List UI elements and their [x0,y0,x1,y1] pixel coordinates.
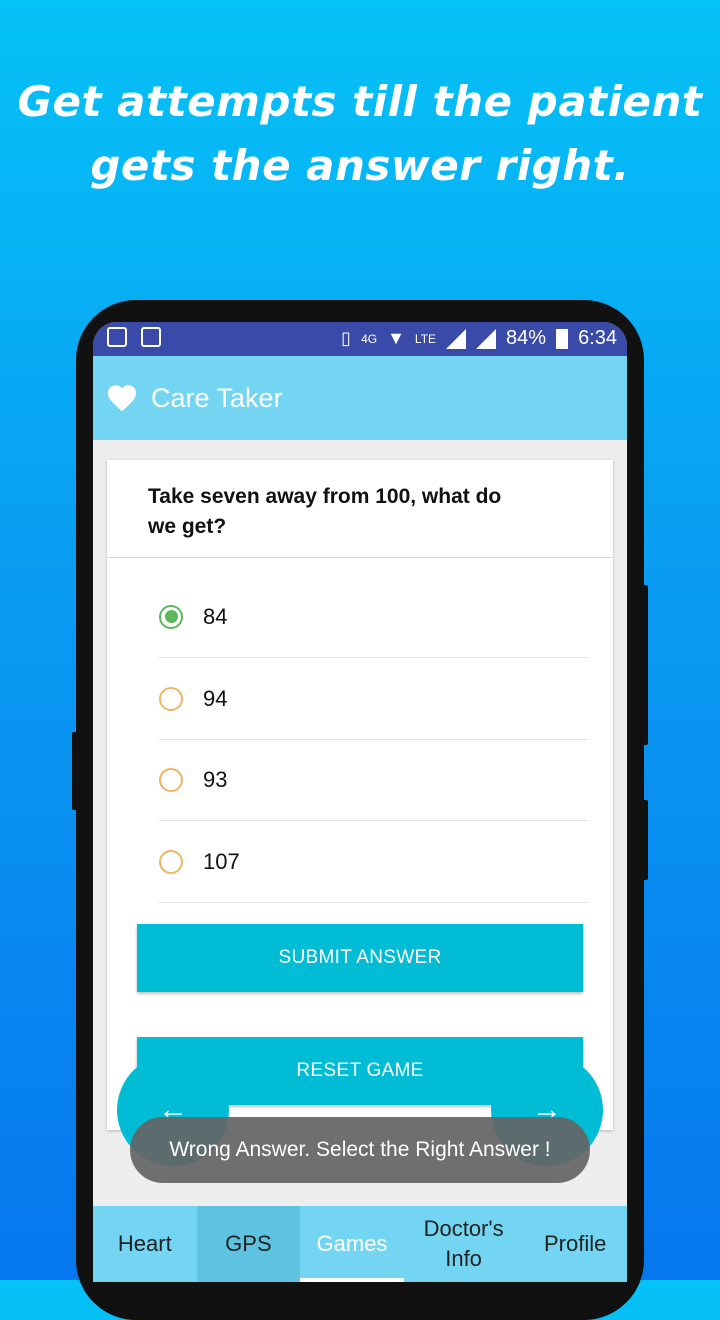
network-type: 4G [361,331,378,346]
nav-heart[interactable]: Heart [93,1206,197,1282]
lte-label: LTE [414,331,437,346]
option-label: 93 [203,766,228,792]
clock: 6:34 [578,327,617,349]
vibrate-icon: ▯ [341,328,352,348]
submit-answer-button[interactable]: SUBMIT ANSWER [137,924,583,992]
radio-unselected-icon[interactable] [159,767,183,792]
radio-selected-icon[interactable] [159,604,183,629]
headline-line-2: gets the answer right. [90,141,630,190]
option-84[interactable]: 84 [159,576,587,658]
option-label: 84 [203,603,228,629]
phone-side-button [72,732,78,810]
nav-doctors-info[interactable]: Doctor's Info [404,1206,524,1282]
option-label: 94 [203,685,228,711]
signal-icon [446,328,467,349]
phone-side-button [642,800,648,880]
signal-icon-2 [476,328,497,349]
option-label: 107 [203,848,240,874]
option-107[interactable]: 107 [159,821,587,903]
nav-games[interactable]: Games [300,1206,404,1282]
divider [107,557,613,558]
gallery-icon [107,327,127,347]
promo-headline: Get attempts till the patient gets the a… [0,70,720,198]
battery-icon [556,328,569,349]
app-title: Care Taker [151,382,283,413]
radio-unselected-icon[interactable] [159,849,183,874]
option-94[interactable]: 94 [159,658,587,740]
nav-profile[interactable]: Profile [523,1206,627,1282]
question-text: Take seven away from 100, what do we get… [148,485,502,538]
option-93[interactable]: 93 [159,739,587,821]
quiz-card: Take seven away from 100, what do we get… [107,460,613,1130]
status-bar: ▯ 4G ▼ LTE 84% 6:34 [93,322,627,356]
wifi-icon: ▼ [387,328,405,348]
toast-message: Wrong Answer. Select the Right Answer ! [130,1117,590,1183]
screen-cast-icon [141,327,161,347]
battery-percent: 84% [506,327,547,349]
heart-icon [107,385,137,412]
headline-line-1: Get attempts till the patient [17,77,703,126]
nav-gps[interactable]: GPS [196,1206,301,1282]
phone-side-button [642,585,648,745]
bottom-nav: Heart GPS Games Doctor's Info Profile [93,1206,627,1282]
app-bar: Care Taker [93,356,627,440]
phone-screen: ▯ 4G ▼ LTE 84% 6:34 Care Taker Take seve… [93,322,627,1282]
radio-unselected-icon[interactable] [159,686,183,711]
